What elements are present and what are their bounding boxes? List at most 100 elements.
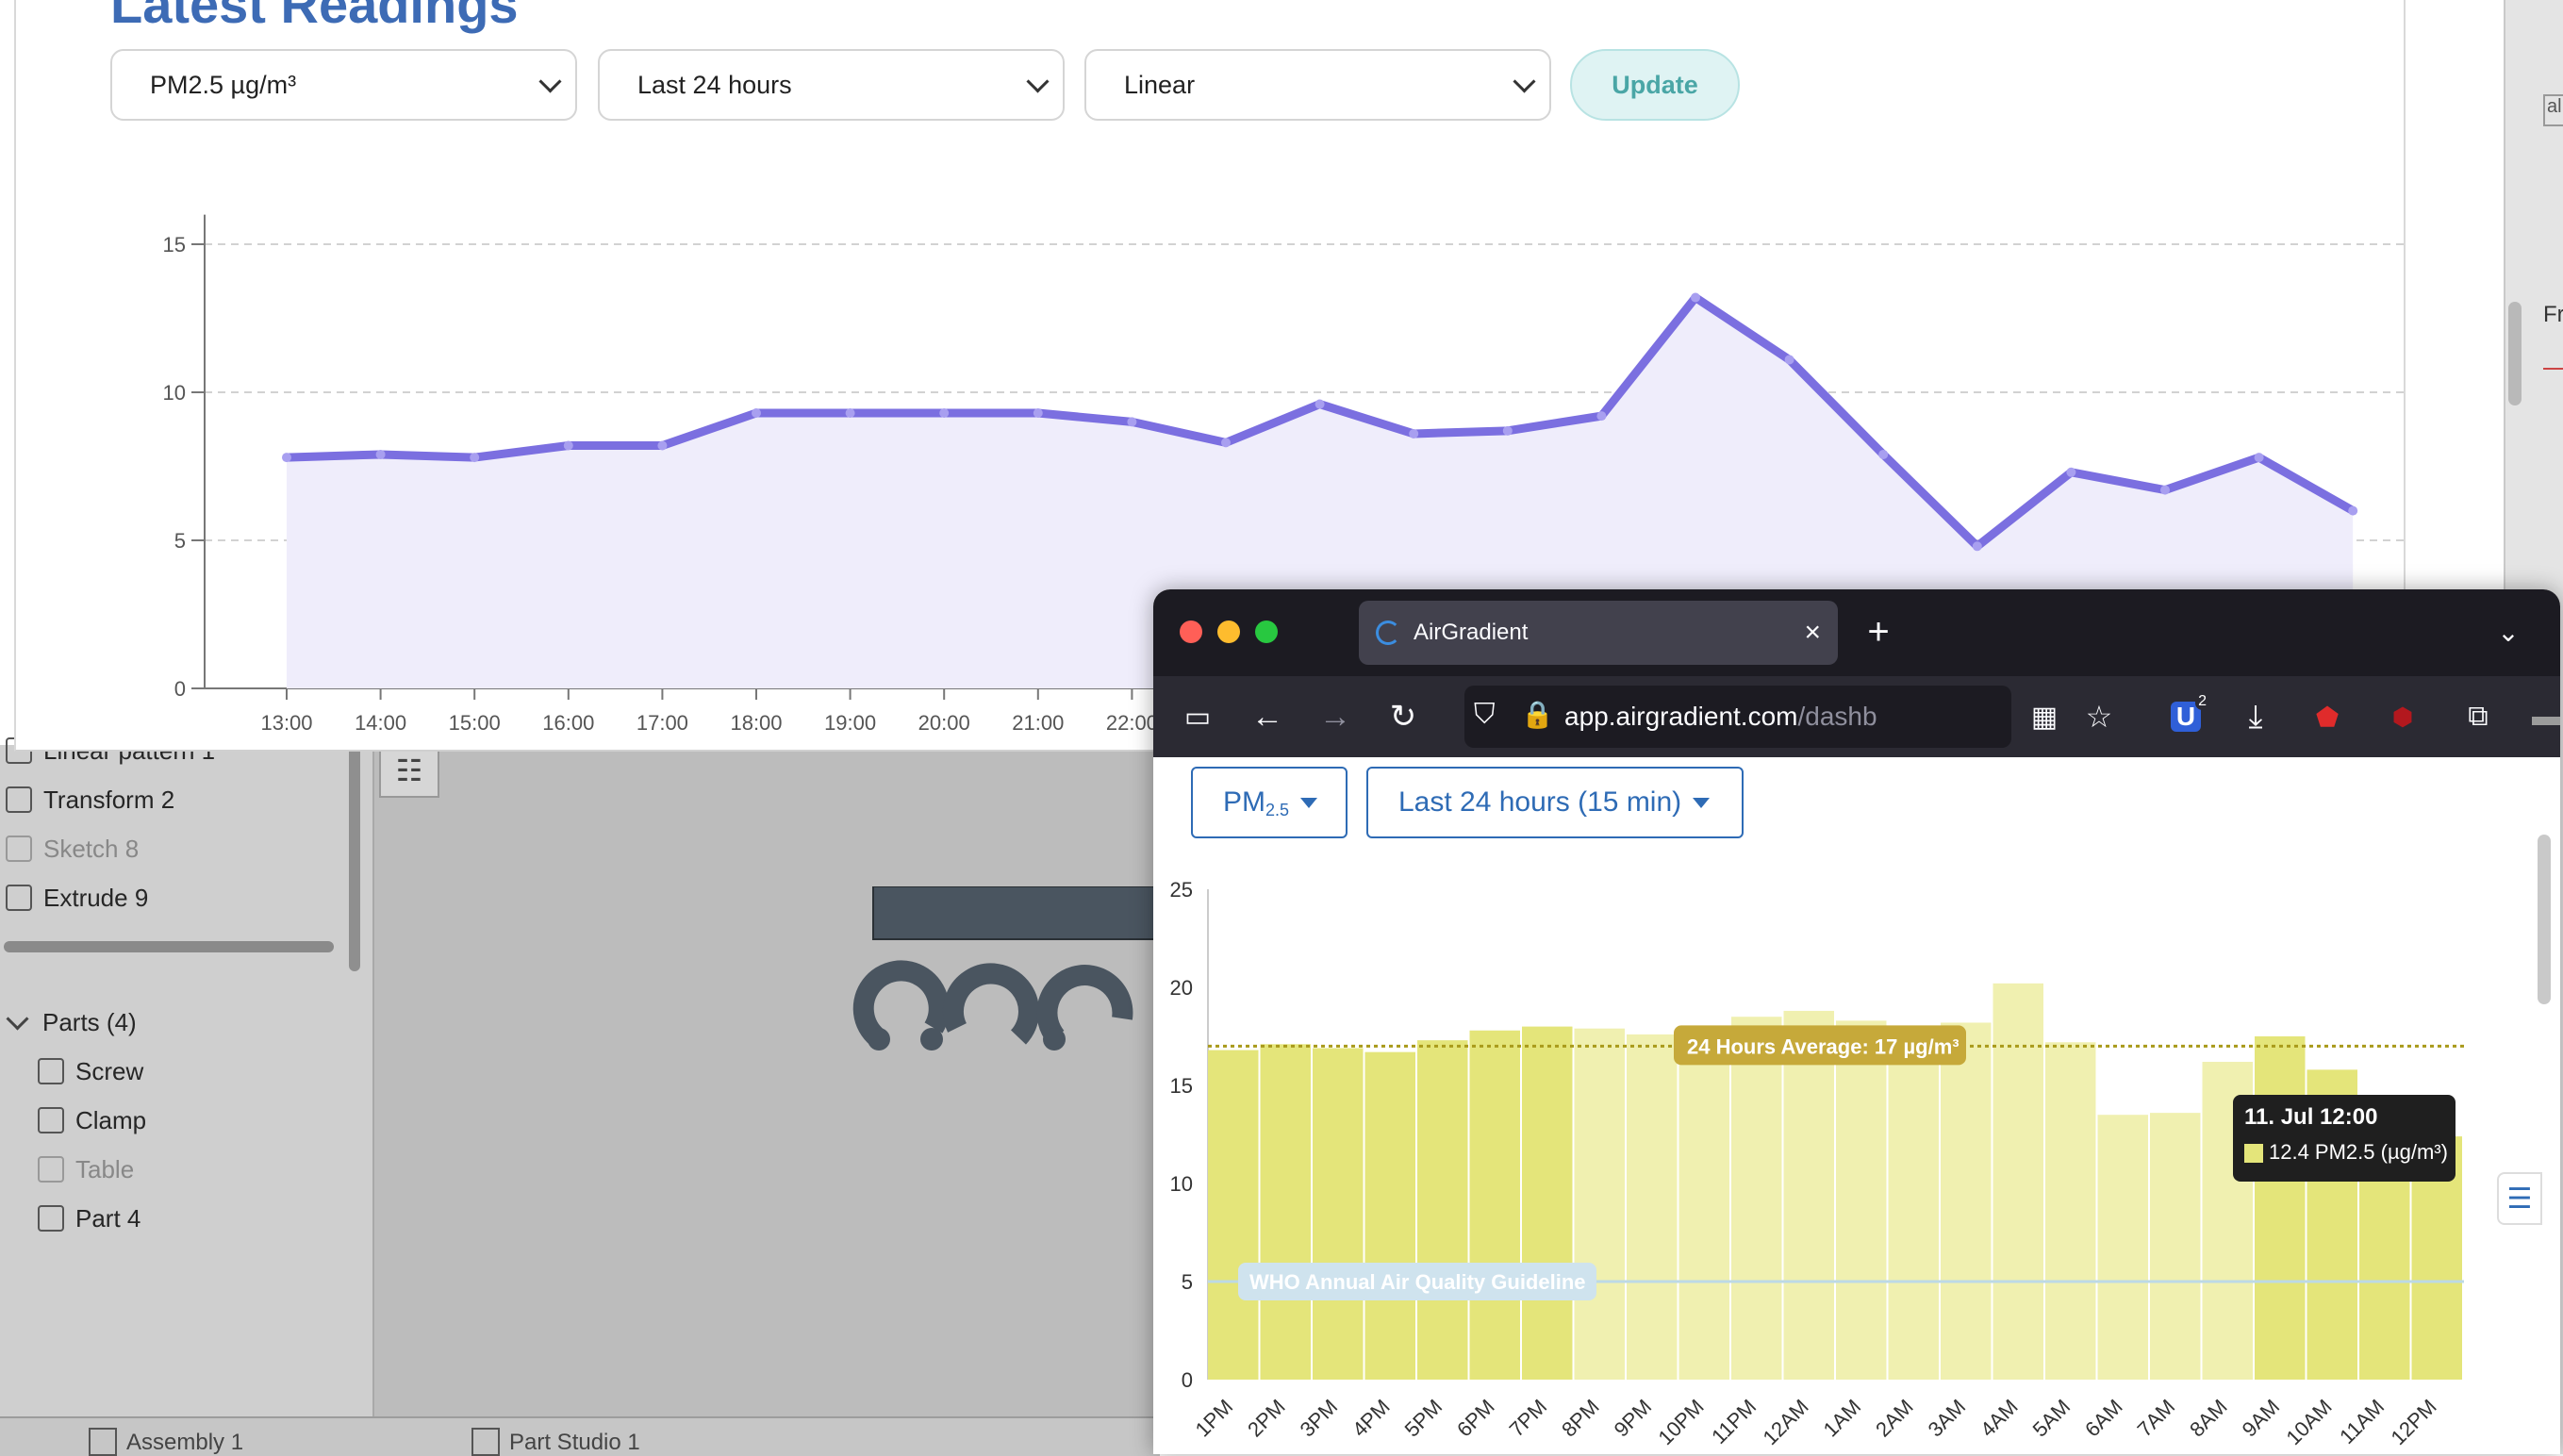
download-icon[interactable]: ⤓ (2232, 693, 2279, 740)
x-tick-label: 7PM (1505, 1395, 1552, 1442)
chevron-down-icon (6, 1006, 29, 1031)
guideline-label: WHO Annual Air Quality Guideline (1249, 1270, 1586, 1294)
extension-u-icon[interactable]: U 2 (2162, 693, 2209, 740)
back-icon[interactable]: ← (1244, 693, 1291, 740)
part-icon (38, 1058, 64, 1084)
x-tick-label: 5AM (2028, 1395, 2075, 1442)
bar (1783, 1010, 1834, 1380)
data-point (1502, 425, 1513, 436)
x-tick-label: 11AM (2335, 1395, 2389, 1448)
url-domain: app.airgradient.com (1564, 702, 1798, 731)
data-point (563, 440, 573, 451)
x-tick-label: 10PM (1653, 1395, 1708, 1449)
x-tick-label: 18:00 (730, 711, 782, 735)
x-tick-label: 6AM (2080, 1395, 2127, 1442)
bar (1469, 1030, 1520, 1380)
x-tick-label: 12PM (2386, 1395, 2440, 1449)
feature-panel-vscroll[interactable] (349, 745, 360, 971)
x-tick-label: 20:00 (918, 711, 970, 735)
bar (1574, 1028, 1625, 1380)
data-point (845, 407, 855, 418)
part-item[interactable]: Screw (38, 1049, 143, 1094)
feature-label: Extrude 9 (43, 883, 149, 912)
browser-window: AirGradient × + ⌄ ▭ ← → ↻ ⛉ 🔒 app.airgra… (1153, 589, 2560, 1454)
feature-list-scrollbar[interactable] (4, 941, 334, 952)
page-scrollbar[interactable] (2538, 835, 2551, 1004)
data-point (1315, 399, 1325, 409)
data-point (2066, 467, 2076, 477)
tab-airgradient[interactable]: AirGradient × (1359, 601, 1838, 665)
tooltip-swatch (2244, 1144, 2263, 1163)
x-tick-label: 8PM (1557, 1395, 1604, 1442)
chart-tooltip: 11. Jul 12:00 12.4 PM2.5 (µg/m³) (2233, 1095, 2456, 1182)
sidebar-icon[interactable]: ▭ (1174, 693, 1221, 740)
x-tick-label: 8AM (2185, 1395, 2232, 1442)
extensions-puzzle-icon[interactable]: ⧉ (2455, 693, 2502, 740)
x-tick-label: 21:00 (1012, 711, 1064, 735)
url-text: app.airgradient.com/dashb (1564, 702, 1877, 732)
x-tick-label: 6PM (1452, 1395, 1499, 1442)
list-all-tabs-icon[interactable]: ⌄ (2485, 608, 2532, 655)
list-icon[interactable]: ☷ (379, 745, 439, 798)
bar (1888, 1036, 1939, 1380)
clamp-model-render (852, 886, 1179, 1051)
container-icon[interactable]: ▬ (2522, 693, 2560, 740)
feature-item[interactable]: Sketch 8 (6, 826, 139, 871)
lock-icon[interactable]: 🔒 (1521, 699, 1554, 730)
shield-icon[interactable]: ⛉ (1474, 699, 1496, 731)
x-tick-label: 10AM (2281, 1395, 2336, 1449)
parts-header[interactable]: Parts (4) (6, 1000, 137, 1045)
url-bar[interactable]: ⛉ 🔒 app.airgradient.com/dashb (1464, 686, 2011, 748)
y-tick-label: 5 (1182, 1270, 1193, 1294)
feature-item[interactable]: Extrude 9 (6, 875, 148, 920)
x-tick-label: 3AM (1924, 1395, 1971, 1442)
data-point (470, 453, 480, 463)
tab-strip: AirGradient × + ⌄ (1153, 589, 2560, 676)
tab-part-studio[interactable]: Part Studio 1 (471, 1418, 640, 1456)
bar (1417, 1040, 1468, 1380)
feature-label: Sketch 8 (43, 834, 140, 863)
bar (1678, 1028, 1729, 1380)
bar (1731, 1017, 1782, 1380)
part-label: Screw (75, 1056, 144, 1085)
part-item[interactable]: Table (38, 1147, 134, 1192)
feedback-button[interactable]: ☰ (2497, 1172, 2542, 1225)
x-tick-label: 2AM (1871, 1395, 1918, 1442)
y-tick-label: 0 (174, 677, 186, 701)
average-label: 24 Hours Average: 17 µg/m³ (1687, 1034, 1959, 1058)
background-scrollbar[interactable] (2508, 302, 2522, 405)
new-tab-button[interactable]: + (1855, 608, 1902, 655)
part-icon (38, 1205, 64, 1232)
feature-icon (6, 836, 32, 862)
close-tab-icon[interactable]: × (1804, 617, 1821, 649)
forward-icon[interactable]: → (1312, 693, 1359, 740)
x-tick-label: 22:00 (1106, 711, 1158, 735)
y-tick-label: 10 (1170, 1172, 1193, 1196)
part-icon (38, 1107, 64, 1133)
qr-code-icon[interactable]: ▦ (2021, 693, 2068, 740)
bar (1522, 1026, 1573, 1380)
y-tick-label: 20 (1170, 976, 1193, 1000)
part-item[interactable]: Clamp (38, 1098, 146, 1143)
password-manager-icon[interactable]: ⬟ (2304, 693, 2351, 740)
feature-icon (6, 786, 32, 813)
bar (2097, 1115, 2148, 1380)
close-window-button[interactable] (1180, 620, 1202, 643)
part-studio-icon (471, 1428, 500, 1456)
feature-item[interactable]: Transform 2 (6, 777, 174, 822)
part-icon (38, 1156, 64, 1183)
bookmark-star-icon[interactable]: ☆ (2075, 693, 2123, 740)
ublock-icon[interactable]: ⬢ (2379, 693, 2426, 740)
bar (1260, 1044, 1311, 1380)
minimize-window-button[interactable] (1217, 620, 1240, 643)
data-point (1127, 417, 1137, 427)
x-tick-label: 4PM (1348, 1395, 1395, 1442)
reload-icon[interactable]: ↻ (1380, 693, 1427, 740)
feature-icon (6, 885, 32, 911)
part-item[interactable]: Part 4 (38, 1196, 141, 1241)
maximize-window-button[interactable] (1255, 620, 1278, 643)
part-label: Part 4 (75, 1203, 141, 1233)
tab-assembly[interactable]: Assembly 1 (89, 1418, 243, 1456)
tab-title: AirGradient (1414, 620, 1529, 645)
x-tick-label: 5PM (1400, 1395, 1447, 1442)
